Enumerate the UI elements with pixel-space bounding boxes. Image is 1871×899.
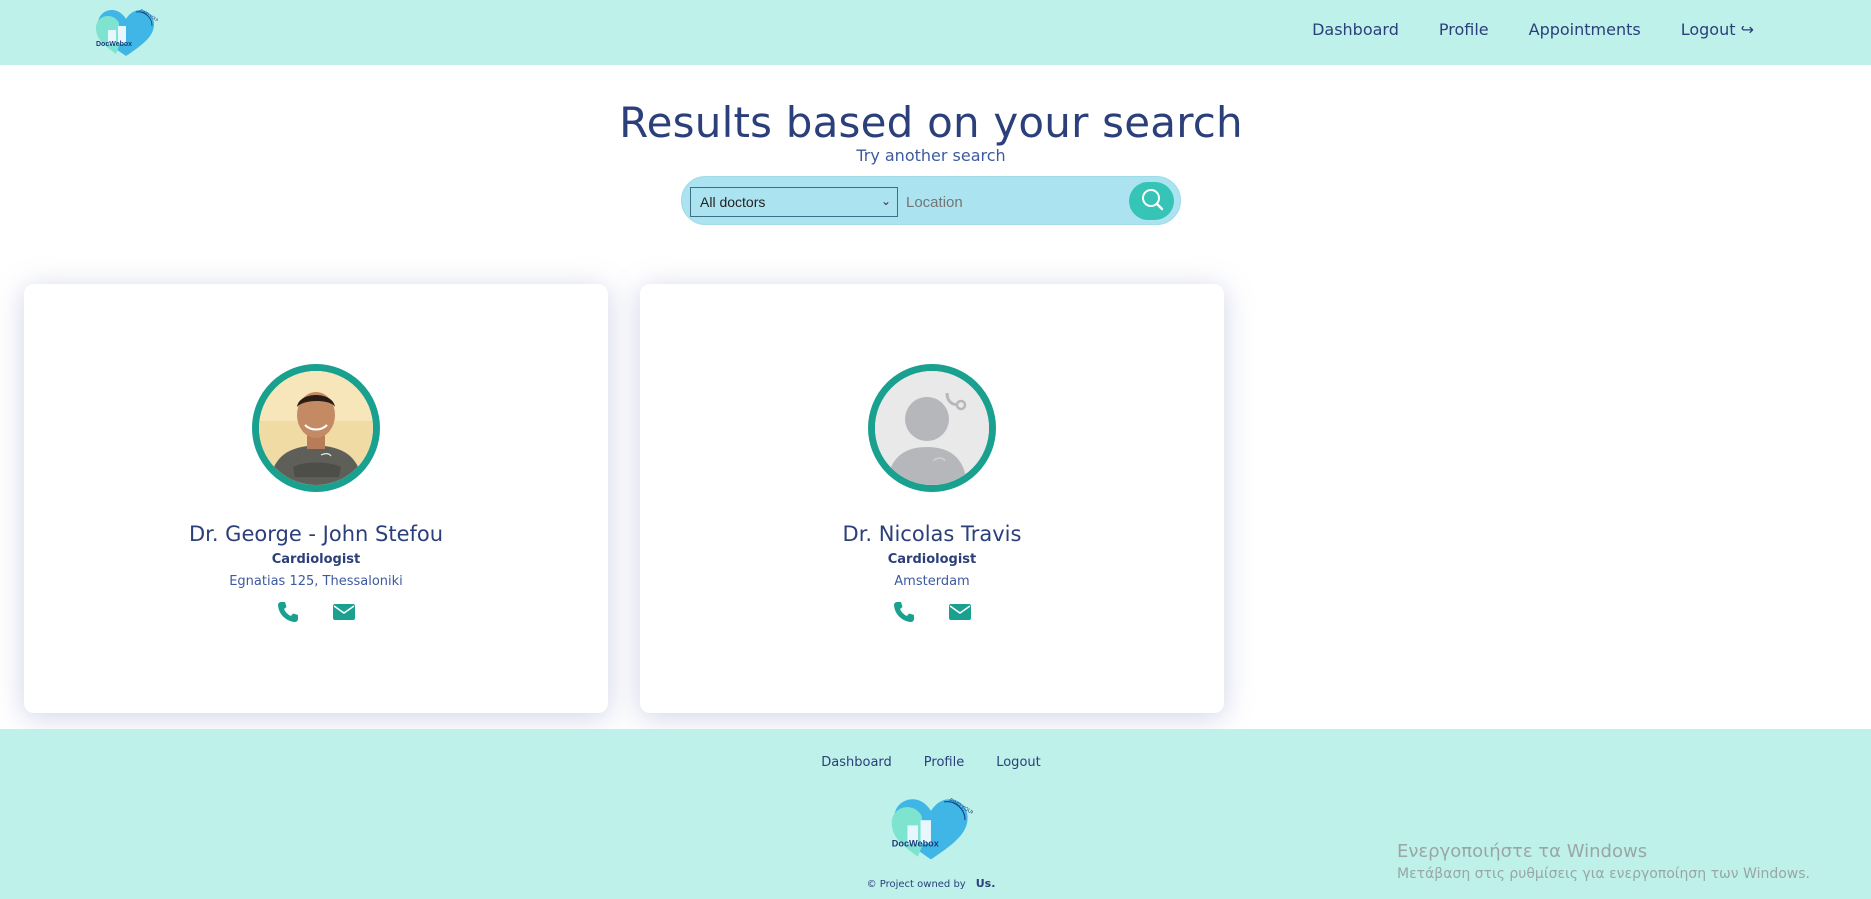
- search-icon: [1140, 187, 1164, 215]
- top-navbar: DocWebox FIND YOUR DOCTOR Dashboard Prof…: [0, 0, 1871, 65]
- search-button[interactable]: [1129, 182, 1174, 220]
- owner-link[interactable]: Us.: [976, 877, 996, 890]
- main-nav: Dashboard Profile Appointments Logout ↪: [1312, 20, 1754, 39]
- nav-logout-link[interactable]: Logout ↪: [1681, 20, 1754, 39]
- doctor-name: Dr. George - John Stefou: [188, 522, 444, 546]
- doctor-address: Amsterdam: [894, 574, 970, 589]
- page-subtitle: Try another search: [856, 146, 1006, 165]
- footer-profile-link[interactable]: Profile: [924, 755, 964, 770]
- doctor-name: Dr. Nicolas Travis: [842, 522, 1022, 546]
- doctor-address: Egnatias 125, Thessaloniki: [229, 574, 403, 589]
- footer-dashboard-link[interactable]: Dashboard: [821, 755, 892, 770]
- doctor-filter-value: All doctors: [700, 194, 766, 210]
- envelope-icon[interactable]: [332, 600, 356, 628]
- svg-text:DocWebox: DocWebox: [96, 41, 132, 48]
- doctor-card[interactable]: Dr. George - John Stefou Cardiologist Eg…: [24, 284, 608, 713]
- nav-profile-link[interactable]: Profile: [1439, 20, 1489, 39]
- doctor-specialty: Cardiologist: [271, 552, 361, 567]
- windows-activation-watermark: Ενεργοποιήστε τα Windows Μετάβαση στις ρ…: [1397, 841, 1810, 882]
- phone-icon[interactable]: [892, 600, 916, 628]
- chevron-down-icon: ⌄: [880, 194, 891, 208]
- copyright-text: © Project owned by: [866, 879, 966, 890]
- watermark-subtitle: Μετάβαση στις ρυθμίσεις για ενεργοποίηση…: [1397, 866, 1810, 882]
- watermark-title: Ενεργοποιήστε τα Windows: [1397, 841, 1648, 862]
- docwebox-footer-logo: DocWebox FIND YOUR DOCTOR: [889, 794, 973, 862]
- location-input[interactable]: [903, 187, 1103, 217]
- docwebox-logo[interactable]: DocWebox FIND YOUR DOCTOR: [94, 6, 158, 58]
- svg-text:DocWebox: DocWebox: [892, 838, 940, 848]
- nav-dashboard-link[interactable]: Dashboard: [1312, 20, 1399, 39]
- doctor-specialty: Cardiologist: [887, 552, 977, 567]
- doctor-avatar-placeholder: [868, 364, 996, 492]
- contact-actions: [24, 600, 608, 628]
- footer-nav: Dashboard Profile Logout: [0, 755, 1862, 770]
- doctor-filter-select[interactable]: All doctors ⌄: [690, 187, 898, 217]
- nav-appointments-link[interactable]: Appointments: [1529, 20, 1641, 39]
- footer-logout-link[interactable]: Logout: [996, 755, 1041, 770]
- doctor-avatar-photo: [252, 364, 380, 492]
- envelope-icon[interactable]: [948, 600, 972, 628]
- page-title: Results based on your search: [619, 98, 1243, 147]
- contact-actions: [640, 600, 1224, 628]
- search-bar: All doctors ⌄: [681, 176, 1181, 225]
- phone-icon[interactable]: [276, 600, 300, 628]
- doctor-card[interactable]: Dr. Nicolas Travis Cardiologist Amsterda…: [640, 284, 1224, 713]
